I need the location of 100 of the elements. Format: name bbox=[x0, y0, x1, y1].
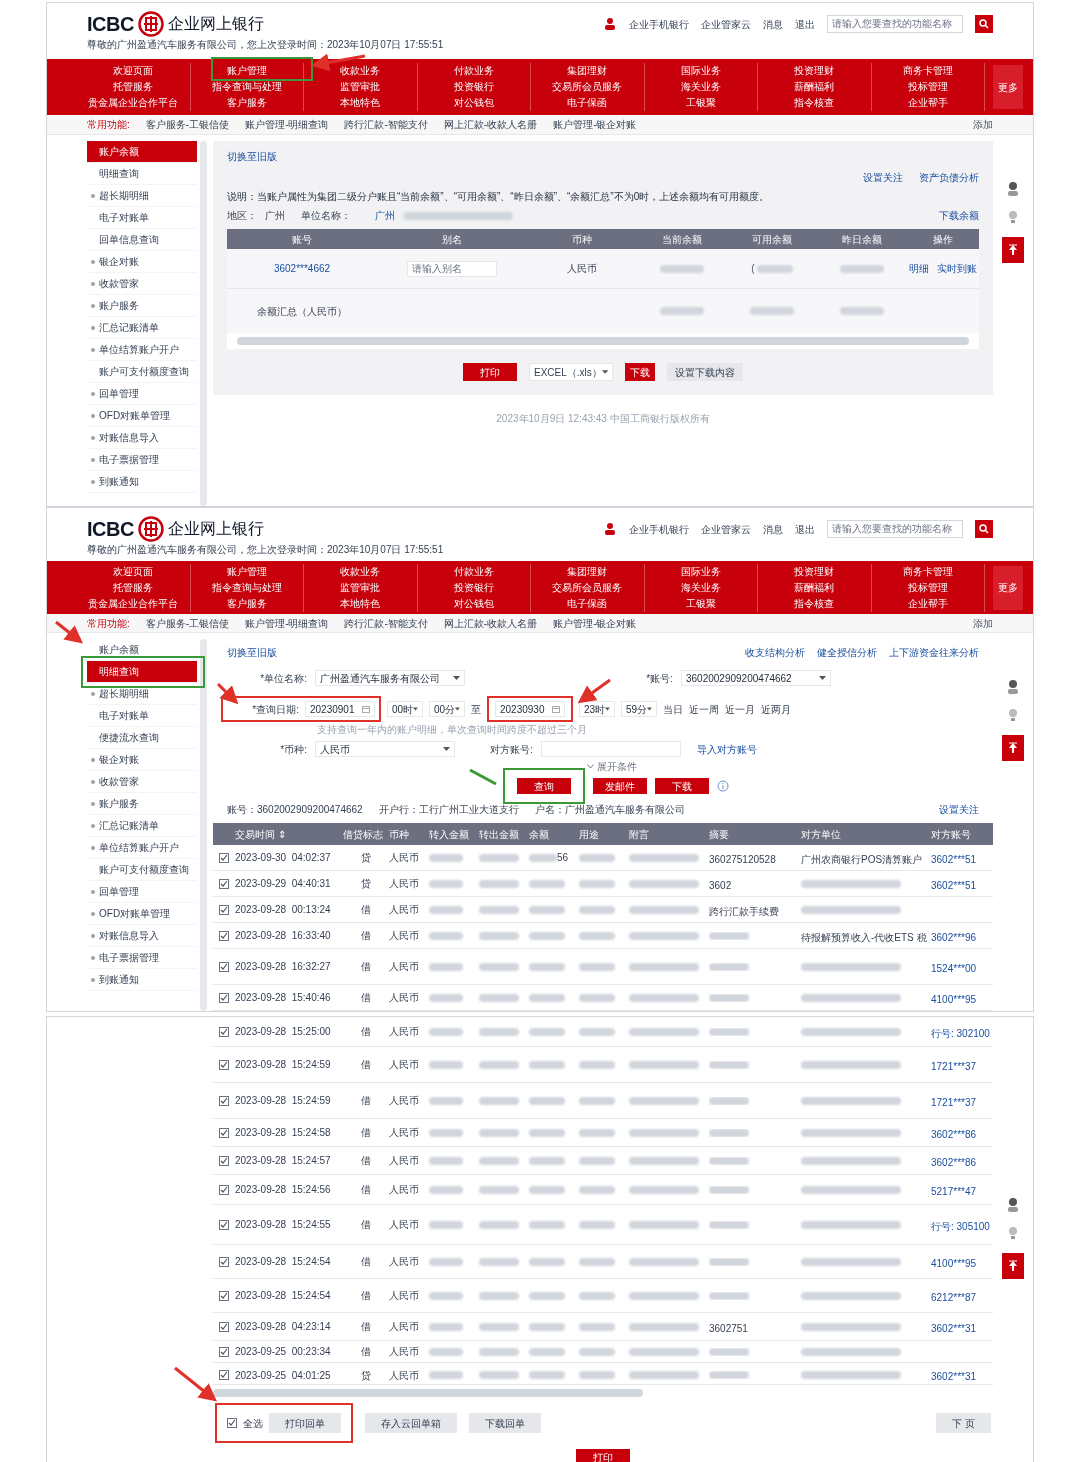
nav-menu-item[interactable]: 本地特色 bbox=[340, 595, 381, 612]
nav-menu-item[interactable]: 集团理财 bbox=[567, 63, 608, 79]
analysis-link[interactable]: 健全授信分析 bbox=[817, 645, 877, 660]
lightbulb-icon[interactable] bbox=[1006, 1225, 1020, 1241]
sidebar-item[interactable]: 明细查询 bbox=[87, 661, 197, 683]
counterparty-account[interactable]: 1524***00 bbox=[931, 962, 977, 974]
analysis-link[interactable]: 设置关注 bbox=[863, 170, 903, 185]
row-checkbox[interactable] bbox=[219, 1346, 229, 1357]
lightbulb-icon[interactable] bbox=[1006, 707, 1020, 723]
row-checkbox[interactable] bbox=[219, 1059, 229, 1070]
nav-menu-item[interactable]: 监管审批 bbox=[340, 579, 381, 596]
shortcut-link[interactable]: 网上汇款-收款人名册 bbox=[443, 117, 538, 132]
nav-menu-item[interactable]: 商务卡管理 bbox=[902, 563, 953, 580]
add-shortcut-link[interactable]: 添加 bbox=[973, 117, 993, 132]
row-checkbox[interactable] bbox=[219, 1184, 229, 1195]
nav-menu-item[interactable]: 账户管理 bbox=[226, 63, 267, 79]
analysis-link[interactable]: 资产负债分析 bbox=[919, 170, 979, 185]
shortcut-link[interactable]: 客户服务-工银信使 bbox=[145, 117, 230, 132]
row-checkbox[interactable] bbox=[219, 852, 229, 863]
counterparty-account[interactable]: 3602***31 bbox=[931, 1322, 977, 1334]
user-service-icon[interactable] bbox=[1006, 679, 1020, 695]
counterparty-account[interactable]: 行号: 305100 bbox=[931, 1220, 990, 1232]
sidebar-item[interactable]: 回单管理 bbox=[87, 383, 197, 405]
nav-menu-item[interactable]: 工银聚 bbox=[685, 595, 716, 612]
counterparty-account[interactable]: 1721***37 bbox=[931, 1060, 977, 1072]
scrollbar[interactable] bbox=[200, 141, 207, 506]
counterparty-account[interactable]: 6212***87 bbox=[931, 1291, 977, 1303]
shortcut-link[interactable]: 账户管理-明细查询 bbox=[245, 117, 329, 132]
shortcut-link[interactable]: 跨行汇款-智能支付 bbox=[344, 117, 428, 132]
user-icon[interactable] bbox=[603, 17, 617, 31]
start-hour-select[interactable]: 00时 bbox=[387, 701, 423, 717]
switch-version-link[interactable]: 切换至旧版 bbox=[227, 645, 277, 660]
shortcut-link[interactable]: 账户管理-银企对账 bbox=[553, 615, 637, 631]
print-button[interactable]: 打印 bbox=[576, 1449, 630, 1462]
quick-range-link[interactable]: 近两月 bbox=[761, 701, 791, 717]
account-select[interactable]: 3602002909200474662 bbox=[681, 670, 831, 686]
sidebar-item[interactable]: 电子对账单 bbox=[87, 207, 197, 229]
nav-menu-item[interactable]: 贵金属企业合作平台 bbox=[88, 595, 179, 612]
nav-menu-item[interactable]: 企业帮手 bbox=[907, 595, 948, 612]
shortcut-link[interactable]: 网上汇款-收款人名册 bbox=[443, 615, 538, 631]
sidebar-item[interactable]: 对账信息导入 bbox=[87, 925, 197, 947]
row-checkbox[interactable] bbox=[219, 1155, 229, 1166]
counterparty-account[interactable]: 3602***51 bbox=[931, 879, 977, 891]
search-button[interactable] bbox=[975, 15, 993, 33]
header-link[interactable]: 企业手机银行 bbox=[629, 16, 689, 32]
expand-conditions-link[interactable]: 展开条件 bbox=[597, 759, 637, 774]
nav-menu-item[interactable]: 海关业务 bbox=[680, 579, 721, 596]
nav-menu-item[interactable]: 付款业务 bbox=[453, 563, 494, 580]
search-field[interactable]: 请输入您要查找的功能名称 bbox=[827, 520, 963, 538]
row-checkbox[interactable] bbox=[219, 878, 229, 889]
nav-menu-item[interactable]: 指令核查 bbox=[794, 595, 835, 612]
sidebar-item[interactable]: 超长期明细 bbox=[87, 683, 197, 705]
nav-menu-item[interactable]: 付款业务 bbox=[453, 63, 494, 79]
sidebar-item[interactable]: OFD对账单管理 bbox=[87, 405, 197, 427]
nav-menu-item[interactable]: 收款业务 bbox=[340, 63, 381, 79]
counterparty-account[interactable]: 1721***37 bbox=[931, 1096, 977, 1108]
nav-menu-item[interactable]: 投资理财 bbox=[794, 63, 835, 79]
counterparty-account[interactable]: 3602***51 bbox=[931, 853, 977, 865]
switch-version-link[interactable]: 切换至旧版 bbox=[227, 149, 979, 164]
currency-select[interactable]: 人民币 bbox=[315, 741, 455, 757]
nav-menu-item[interactable]: 投标管理 bbox=[907, 79, 948, 95]
start-minute-select[interactable]: 00分 bbox=[429, 701, 465, 717]
download-settings-button[interactable]: 设置下载内容 bbox=[667, 363, 743, 381]
download-balance-link[interactable]: 下载余额 bbox=[939, 208, 979, 223]
row-checkbox[interactable] bbox=[219, 1026, 229, 1037]
add-shortcut-link[interactable]: 添加 bbox=[973, 615, 993, 631]
form-button[interactable]: 发邮件 bbox=[593, 778, 647, 794]
nav-menu-item[interactable]: 贵金属企业合作平台 bbox=[88, 95, 179, 111]
nav-menu-item[interactable]: 企业帮手 bbox=[907, 95, 948, 111]
sidebar-item[interactable]: 单位结算账户开户 bbox=[87, 837, 197, 859]
nav-menu-item[interactable]: 国际业务 bbox=[680, 63, 721, 79]
nav-menu-item[interactable]: 交易所会员服务 bbox=[552, 579, 623, 596]
user-service-icon[interactable] bbox=[1006, 181, 1020, 197]
quick-range-link[interactable]: 近一周 bbox=[689, 701, 719, 717]
nav-menu-item[interactable]: 集团理财 bbox=[567, 563, 608, 580]
row-checkbox[interactable] bbox=[219, 992, 229, 1003]
row-checkbox[interactable] bbox=[219, 930, 229, 941]
format-select[interactable]: EXCEL（.xls） bbox=[529, 363, 613, 381]
counterparty-account[interactable]: 3602***86 bbox=[931, 1156, 977, 1168]
header-link[interactable]: 企业管家云 bbox=[701, 521, 751, 537]
row-checkbox[interactable] bbox=[219, 1321, 229, 1332]
sidebar-item[interactable]: 汇总记账清单 bbox=[87, 815, 197, 837]
set-follow-link[interactable]: 设置关注 bbox=[939, 802, 979, 817]
sidebar-item[interactable]: 电子票据管理 bbox=[87, 947, 197, 969]
end-hour-select[interactable]: 23时 bbox=[579, 701, 615, 717]
row-checkbox[interactable] bbox=[219, 1290, 229, 1301]
counterparty-account[interactable]: 3602***96 bbox=[931, 931, 977, 943]
sidebar-item[interactable]: 便捷流水查询 bbox=[87, 727, 197, 749]
user-icon[interactable] bbox=[603, 522, 617, 536]
shortcut-link[interactable]: 客户服务-工银信使 bbox=[145, 615, 230, 631]
peer-account-field[interactable] bbox=[541, 741, 681, 757]
nav-menu-item[interactable]: 客户服务 bbox=[226, 595, 267, 612]
nav-menu-item[interactable]: 指令核查 bbox=[794, 95, 835, 111]
form-button[interactable]: 下载 bbox=[655, 778, 709, 794]
nav-menu-item[interactable]: 收款业务 bbox=[340, 563, 381, 580]
back-to-top-button[interactable] bbox=[1002, 735, 1024, 761]
counterparty-account[interactable]: 4100***95 bbox=[931, 993, 977, 1005]
nav-menu-item[interactable]: 客户服务 bbox=[226, 95, 267, 111]
quick-range-link[interactable]: 近一月 bbox=[725, 701, 755, 717]
nav-menu-item[interactable]: 商务卡管理 bbox=[902, 63, 953, 79]
